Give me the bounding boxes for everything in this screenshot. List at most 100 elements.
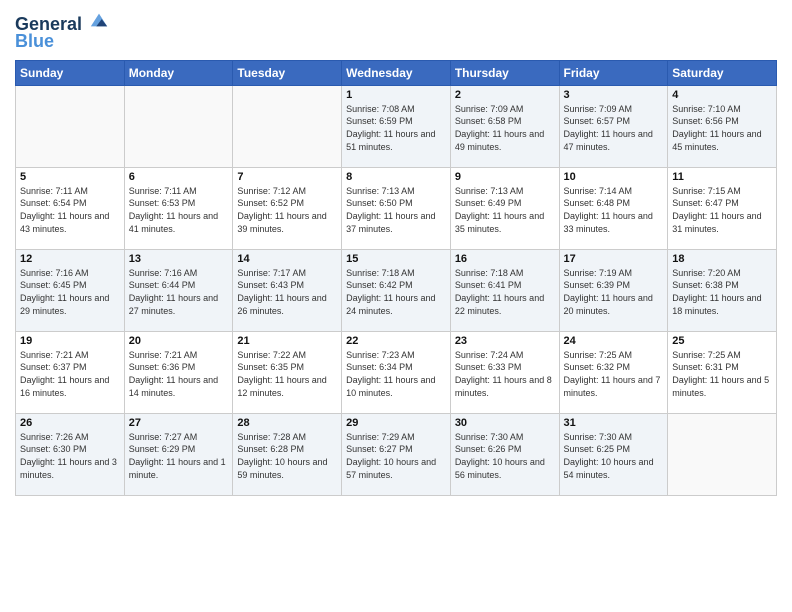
- day-number: 31: [564, 417, 664, 429]
- day-number: 30: [455, 417, 555, 429]
- day-number: 16: [455, 253, 555, 265]
- logo: General Blue: [15, 10, 109, 52]
- weekday-header-wednesday: Wednesday: [342, 60, 451, 85]
- day-info: Sunrise: 7:28 AMSunset: 6:28 PMDaylight:…: [237, 431, 337, 481]
- day-info: Sunrise: 7:25 AMSunset: 6:31 PMDaylight:…: [672, 349, 772, 399]
- day-number: 12: [20, 253, 120, 265]
- day-number: 24: [564, 335, 664, 347]
- calendar-cell: 25 Sunrise: 7:25 AMSunset: 6:31 PMDayligh…: [668, 331, 777, 413]
- calendar-cell: 16Sunrise: 7:18 AMSunset: 6:41 PMDayligh…: [450, 249, 559, 331]
- day-info: Sunrise: 7:17 AMSunset: 6:43 PMDaylight:…: [237, 267, 337, 317]
- day-number: 17: [564, 253, 664, 265]
- day-number: 18: [672, 253, 772, 265]
- day-number: 5: [20, 171, 120, 183]
- calendar-cell: 5 Sunrise: 7:11 AMSunset: 6:54 PMDaylight…: [16, 167, 125, 249]
- calendar-cell: 18Sunrise: 7:20 AMSunset: 6:38 PMDayligh…: [668, 249, 777, 331]
- calendar-cell: 30 Sunrise: 7:30 AMSunset: 6:26 PMDayligh…: [450, 413, 559, 495]
- day-number: 8: [346, 171, 446, 183]
- day-info: Sunrise: 7:16 AMSunset: 6:44 PMDaylight:…: [129, 267, 229, 317]
- day-info: Sunrise: 7:11 AMSunset: 6:53 PMDaylight:…: [129, 185, 229, 235]
- day-info: Sunrise: 7:30 AMSunset: 6:25 PMDaylight:…: [564, 431, 664, 481]
- weekday-header-friday: Friday: [559, 60, 668, 85]
- day-info: Sunrise: 7:21 AMSunset: 6:37 PMDaylight:…: [20, 349, 120, 399]
- calendar-cell: 3Sunrise: 7:09 AMSunset: 6:57 PMDaylight…: [559, 85, 668, 167]
- calendar-week-4: 19Sunrise: 7:21 AMSunset: 6:37 PMDayligh…: [16, 331, 777, 413]
- calendar-cell: 27 Sunrise: 7:27 AMSunset: 6:29 PMDayligh…: [124, 413, 233, 495]
- day-number: 28: [237, 417, 337, 429]
- calendar-cell: 1 Sunrise: 7:08 AMSunset: 6:59 PMDaylight…: [342, 85, 451, 167]
- day-info: Sunrise: 7:23 AMSunset: 6:34 PMDaylight:…: [346, 349, 446, 399]
- day-info: Sunrise: 7:12 AMSunset: 6:52 PMDaylight:…: [237, 185, 337, 235]
- day-info: Sunrise: 7:15 AMSunset: 6:47 PMDaylight:…: [672, 185, 772, 235]
- day-info: Sunrise: 7:24 AMSunset: 6:33 PMDaylight:…: [455, 349, 555, 399]
- weekday-header-sunday: Sunday: [16, 60, 125, 85]
- day-info: Sunrise: 7:13 AMSunset: 6:50 PMDaylight:…: [346, 185, 446, 235]
- day-info: Sunrise: 7:22 AMSunset: 6:35 PMDaylight:…: [237, 349, 337, 399]
- day-info: Sunrise: 7:14 AMSunset: 6:48 PMDaylight:…: [564, 185, 664, 235]
- day-info: Sunrise: 7:11 AMSunset: 6:54 PMDaylight:…: [20, 185, 120, 235]
- calendar-cell: 19Sunrise: 7:21 AMSunset: 6:37 PMDayligh…: [16, 331, 125, 413]
- day-number: 14: [237, 253, 337, 265]
- calendar-cell: [16, 85, 125, 167]
- day-number: 3: [564, 89, 664, 101]
- day-number: 25: [672, 335, 772, 347]
- calendar-cell: 17 Sunrise: 7:19 AMSunset: 6:39 PMDayligh…: [559, 249, 668, 331]
- logo-icon: [89, 10, 109, 30]
- day-number: 13: [129, 253, 229, 265]
- weekday-header-tuesday: Tuesday: [233, 60, 342, 85]
- day-info: Sunrise: 7:25 AMSunset: 6:32 PMDaylight:…: [564, 349, 664, 399]
- calendar-cell: 11 Sunrise: 7:15 AMSunset: 6:47 PMDayligh…: [668, 167, 777, 249]
- day-number: 29: [346, 417, 446, 429]
- calendar-cell: 12 Sunrise: 7:16 AMSunset: 6:45 PMDayligh…: [16, 249, 125, 331]
- calendar-cell: 26Sunrise: 7:26 AMSunset: 6:30 PMDayligh…: [16, 413, 125, 495]
- calendar-cell: [668, 413, 777, 495]
- day-number: 2: [455, 89, 555, 101]
- calendar-week-1: 1 Sunrise: 7:08 AMSunset: 6:59 PMDaylight…: [16, 85, 777, 167]
- day-number: 20: [129, 335, 229, 347]
- weekday-header-row: SundayMondayTuesdayWednesdayThursdayFrid…: [16, 60, 777, 85]
- calendar-cell: 20 Sunrise: 7:21 AMSunset: 6:36 PMDayligh…: [124, 331, 233, 413]
- calendar-week-5: 26Sunrise: 7:26 AMSunset: 6:30 PMDayligh…: [16, 413, 777, 495]
- header: General Blue: [15, 10, 777, 52]
- day-number: 21: [237, 335, 337, 347]
- day-info: Sunrise: 7:30 AMSunset: 6:26 PMDaylight:…: [455, 431, 555, 481]
- day-number: 6: [129, 171, 229, 183]
- day-info: Sunrise: 7:27 AMSunset: 6:29 PMDaylight:…: [129, 431, 229, 481]
- calendar-cell: [124, 85, 233, 167]
- day-number: 10: [564, 171, 664, 183]
- calendar-cell: 29 Sunrise: 7:29 AMSunset: 6:27 PMDayligh…: [342, 413, 451, 495]
- day-number: 27: [129, 417, 229, 429]
- day-number: 11: [672, 171, 772, 183]
- calendar-cell: 8 Sunrise: 7:13 AMSunset: 6:50 PMDaylight…: [342, 167, 451, 249]
- calendar-cell: 31 Sunrise: 7:30 AMSunset: 6:25 PMDayligh…: [559, 413, 668, 495]
- calendar-cell: 15 Sunrise: 7:18 AMSunset: 6:42 PMDayligh…: [342, 249, 451, 331]
- day-number: 22: [346, 335, 446, 347]
- calendar-cell: 7 Sunrise: 7:12 AMSunset: 6:52 PMDaylight…: [233, 167, 342, 249]
- day-info: Sunrise: 7:16 AMSunset: 6:45 PMDaylight:…: [20, 267, 120, 317]
- calendar-table: SundayMondayTuesdayWednesdayThursdayFrid…: [15, 60, 777, 496]
- weekday-header-monday: Monday: [124, 60, 233, 85]
- day-number: 1: [346, 89, 446, 101]
- day-info: Sunrise: 7:29 AMSunset: 6:27 PMDaylight:…: [346, 431, 446, 481]
- day-info: Sunrise: 7:18 AMSunset: 6:42 PMDaylight:…: [346, 267, 446, 317]
- calendar-cell: 28 Sunrise: 7:28 AMSunset: 6:28 PMDayligh…: [233, 413, 342, 495]
- calendar-cell: 21 Sunrise: 7:22 AMSunset: 6:35 PMDayligh…: [233, 331, 342, 413]
- calendar-cell: 24 Sunrise: 7:25 AMSunset: 6:32 PMDayligh…: [559, 331, 668, 413]
- day-number: 7: [237, 171, 337, 183]
- calendar-cell: 23Sunrise: 7:24 AMSunset: 6:33 PMDayligh…: [450, 331, 559, 413]
- calendar-cell: 13 Sunrise: 7:16 AMSunset: 6:44 PMDayligh…: [124, 249, 233, 331]
- day-info: Sunrise: 7:21 AMSunset: 6:36 PMDaylight:…: [129, 349, 229, 399]
- calendar-cell: 10 Sunrise: 7:14 AMSunset: 6:48 PMDayligh…: [559, 167, 668, 249]
- weekday-header-thursday: Thursday: [450, 60, 559, 85]
- calendar-cell: 2 Sunrise: 7:09 AMSunset: 6:58 PMDaylight…: [450, 85, 559, 167]
- day-number: 4: [672, 89, 772, 101]
- day-info: Sunrise: 7:08 AMSunset: 6:59 PMDaylight:…: [346, 103, 446, 153]
- day-info: Sunrise: 7:19 AMSunset: 6:39 PMDaylight:…: [564, 267, 664, 317]
- calendar-week-3: 12 Sunrise: 7:16 AMSunset: 6:45 PMDayligh…: [16, 249, 777, 331]
- day-number: 15: [346, 253, 446, 265]
- day-info: Sunrise: 7:10 AMSunset: 6:56 PMDaylight:…: [672, 103, 772, 153]
- calendar-cell: 22 Sunrise: 7:23 AMSunset: 6:34 PMDayligh…: [342, 331, 451, 413]
- day-info: Sunrise: 7:09 AMSunset: 6:58 PMDaylight:…: [455, 103, 555, 153]
- page: General Blue SundayMondayTuesdayWednesda…: [0, 0, 792, 612]
- day-number: 26: [20, 417, 120, 429]
